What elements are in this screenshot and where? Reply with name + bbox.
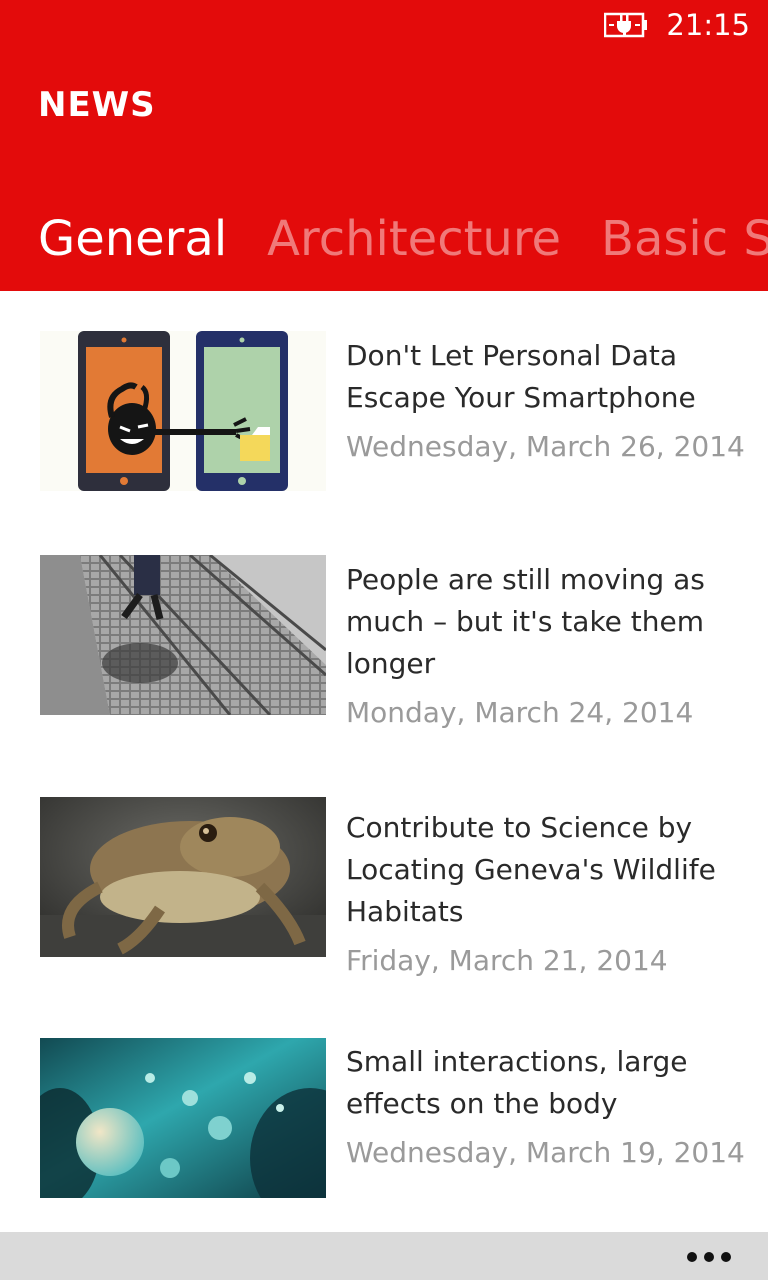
status-bar: 21:15 (0, 0, 768, 51)
app-title: NEWS (38, 85, 156, 125)
article-title: People are still moving as much – but it… (346, 563, 705, 680)
list-item[interactable]: Small interactions, large effects on the… (0, 1037, 768, 1217)
article-thumbnail (40, 331, 326, 491)
list-item[interactable]: People are still moving as much – but it… (0, 531, 768, 797)
app-header: NEWS General Architecture Basic Scie (0, 51, 768, 291)
tab-basic-science[interactable]: Basic Scie (601, 209, 768, 269)
article-date: Wednesday, March 26, 2014 (346, 430, 745, 463)
tab-general[interactable]: General (38, 209, 227, 269)
list-item[interactable]: Contribute to Science by Locating Geneva… (0, 797, 768, 1037)
article-title: Small interactions, large effects on the… (346, 1045, 688, 1120)
article-date: Friday, March 21, 2014 (346, 944, 668, 977)
application-bar (0, 1232, 768, 1280)
article-date: Wednesday, March 19, 2014 (346, 1136, 745, 1169)
battery-charging-icon (604, 12, 647, 38)
article-title: Contribute to Science by Locating Geneva… (346, 811, 716, 928)
article-thumbnail (40, 555, 326, 715)
article-title: Don't Let Personal Data Escape Your Smar… (346, 339, 696, 414)
article-thumbnail (40, 797, 326, 957)
article-thumbnail (40, 1038, 326, 1198)
pivot-headers: General Architecture Basic Scie (38, 209, 768, 269)
tab-architecture[interactable]: Architecture (267, 209, 561, 269)
more-ellipsis-icon[interactable] (686, 1250, 732, 1264)
list-item[interactable]: Don't Let Personal Data Escape Your Smar… (0, 291, 768, 531)
article-date: Monday, March 24, 2014 (346, 696, 694, 729)
clock: 21:15 (666, 8, 750, 42)
